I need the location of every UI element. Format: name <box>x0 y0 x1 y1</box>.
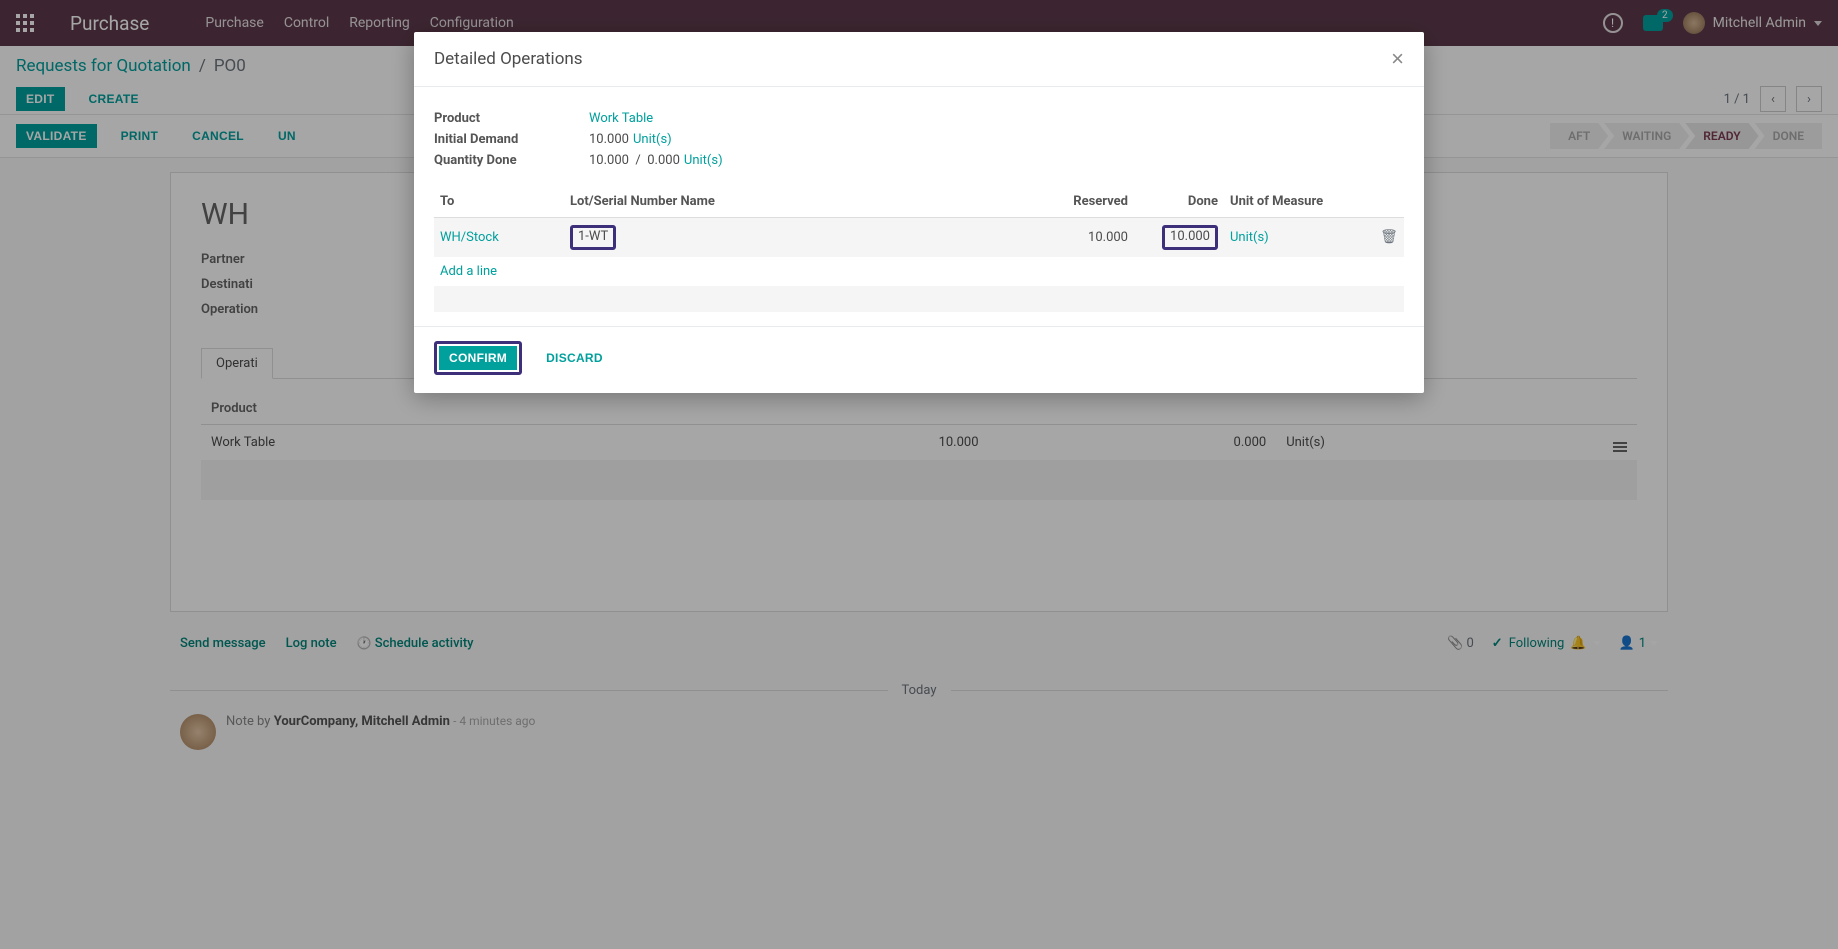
modal-footer: Confirm Discard <box>414 326 1424 393</box>
modal-overlay: Detailed Operations × Product Work Table… <box>0 0 1838 949</box>
th-uom: Unit of Measure <box>1224 186 1374 218</box>
uom-link[interactable]: Unit(s) <box>1230 230 1269 245</box>
label-initial-demand: Initial Demand <box>434 132 589 147</box>
to-location-link[interactable]: WH/Stock <box>440 230 499 245</box>
th-lot: Lot/Serial Number Name <box>564 186 1024 218</box>
table-row: WH/Stock 1-WT 10.000 10.000 Unit(s) 🗑 <box>434 218 1404 257</box>
lot-serial-input[interactable]: 1-WT <box>570 225 616 250</box>
modal-title: Detailed Operations <box>434 49 583 69</box>
confirm-button[interactable]: Confirm <box>439 346 517 370</box>
initial-demand-value: 10.000Unit(s) <box>589 132 672 147</box>
th-to: To <box>434 186 564 218</box>
modal-close-button[interactable]: × <box>1391 48 1404 70</box>
uom-link[interactable]: Unit(s) <box>684 153 723 168</box>
th-reserved: Reserved <box>1024 186 1134 218</box>
label-product: Product <box>434 111 589 126</box>
delete-row-icon[interactable]: 🗑 <box>1380 229 1398 245</box>
modal-table: To Lot/Serial Number Name Reserved Done … <box>434 186 1404 312</box>
confirm-highlight: Confirm <box>434 341 522 375</box>
modal-body: Product Work Table Initial Demand 10.000… <box>414 87 1424 326</box>
modal-header: Detailed Operations × <box>414 32 1424 87</box>
modal: Detailed Operations × Product Work Table… <box>414 32 1424 393</box>
label-quantity-done: Quantity Done <box>434 153 589 168</box>
done-qty-input[interactable]: 10.000 <box>1162 225 1218 250</box>
product-link[interactable]: Work Table <box>589 111 653 126</box>
discard-button[interactable]: Discard <box>536 346 613 370</box>
add-line-button[interactable]: Add a line <box>440 264 497 279</box>
th-done: Done <box>1134 186 1224 218</box>
modal-fields: Product Work Table Initial Demand 10.000… <box>434 111 1404 168</box>
uom-link[interactable]: Unit(s) <box>633 132 672 147</box>
cell-reserved: 10.000 <box>1024 218 1134 257</box>
quantity-done-value: 10.000 / 0.000Unit(s) <box>589 153 723 168</box>
add-line-row: Add a line <box>434 257 1404 286</box>
